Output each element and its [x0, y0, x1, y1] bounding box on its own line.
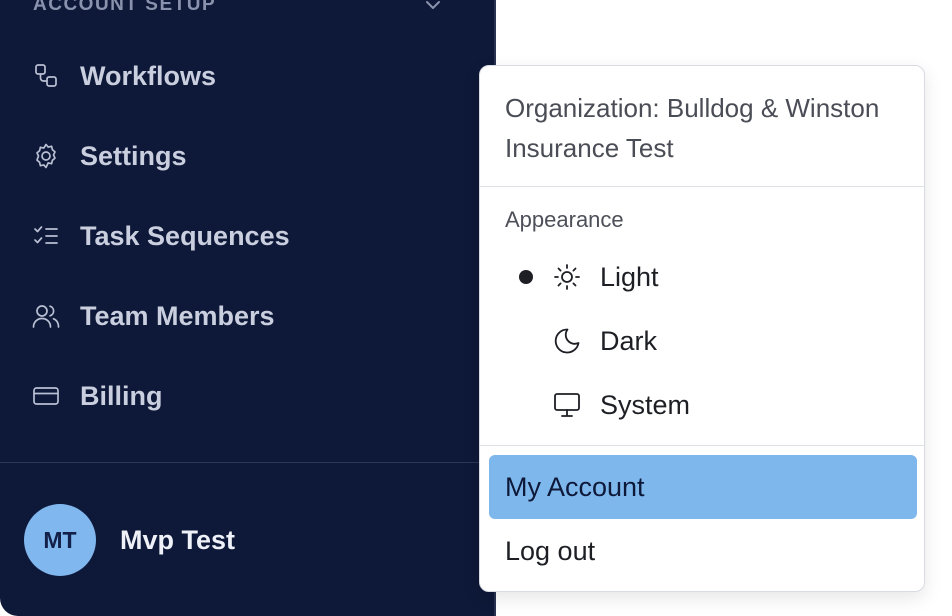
sidebar-item-billing[interactable]: Billing — [30, 372, 470, 420]
theme-label: Dark — [600, 325, 658, 356]
appearance-label: Appearance — [505, 207, 624, 232]
user-dropdown-menu: Organization: Bulldog & Winston Insuranc… — [479, 65, 925, 592]
menu-divider — [480, 186, 924, 187]
chevron-down-icon — [423, 0, 443, 15]
sun-icon — [552, 262, 600, 292]
user-name: Mvp Test — [120, 524, 236, 555]
theme-label: Light — [600, 261, 659, 292]
sidebar-item-label: Task Sequences — [80, 220, 290, 251]
sidebar: ACCOUNT SETUP Workflows Settings Task Se… — [0, 0, 496, 616]
monitor-icon — [552, 390, 600, 420]
credit-card-icon — [30, 380, 62, 412]
avatar: MT — [24, 504, 96, 576]
sidebar-item-settings[interactable]: Settings — [30, 132, 470, 180]
sidebar-item-label: Billing — [80, 380, 163, 411]
menu-divider — [480, 445, 924, 446]
sidebar-item-label: Workflows — [80, 60, 217, 91]
user-profile-button[interactable]: MT Mvp Test — [24, 504, 235, 576]
sidebar-item-label: Team Members — [80, 300, 275, 331]
selected-indicator-icon — [519, 270, 533, 284]
gear-icon — [30, 140, 62, 172]
theme-option-dark[interactable]: Dark — [500, 316, 910, 366]
sidebar-item-task-sequences[interactable]: Task Sequences — [30, 212, 470, 260]
sidebar-item-team-members[interactable]: Team Members — [30, 292, 470, 340]
sidebar-divider — [0, 462, 496, 463]
log-out-menu-item[interactable]: Log out — [489, 519, 917, 583]
checklist-icon — [30, 220, 62, 252]
section-title: ACCOUNT SETUP — [33, 0, 217, 15]
my-account-menu-item[interactable]: My Account — [489, 455, 917, 519]
sidebar-item-workflows[interactable]: Workflows — [30, 52, 470, 100]
theme-label: System — [600, 389, 691, 420]
moon-icon — [552, 326, 600, 356]
organization-label: Organization: Bulldog & Winston Insuranc… — [505, 93, 880, 163]
users-icon — [30, 300, 62, 332]
account-setup-section-header[interactable]: ACCOUNT SETUP — [33, 0, 443, 20]
theme-option-light[interactable]: Light — [500, 252, 910, 302]
theme-option-system[interactable]: System — [500, 380, 910, 430]
workflow-icon — [30, 60, 62, 92]
sidebar-item-label: Settings — [80, 140, 187, 171]
